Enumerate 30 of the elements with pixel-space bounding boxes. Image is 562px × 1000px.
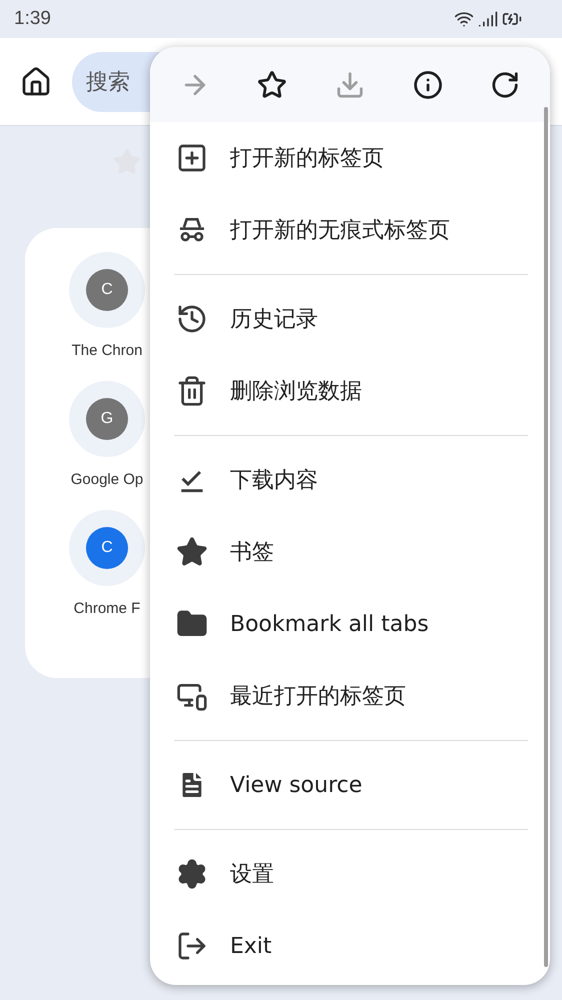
- status-time: 1:39: [14, 8, 51, 30]
- reload-icon: [490, 70, 520, 100]
- shortcut-tile[interactable]: C: [69, 510, 145, 586]
- menu-item[interactable]: 删除浏览数据: [150, 355, 550, 427]
- menu-item[interactable]: 下载内容: [150, 444, 550, 516]
- star-icon: [257, 70, 288, 100]
- shortcut-label: Google Op: [70, 471, 144, 488]
- menu-item[interactable]: 打开新的标签页: [150, 122, 550, 194]
- plus-square-icon: [176, 142, 208, 174]
- menu-item[interactable]: Bookmark all tabs: [150, 588, 550, 660]
- star-icon: [176, 536, 208, 568]
- shortcut-label: Chrome F: [74, 600, 140, 617]
- menu-item[interactable]: 打开新的无痕式标签页: [150, 194, 550, 266]
- site-avatar: C: [86, 527, 128, 569]
- exit-icon: [176, 930, 208, 962]
- shortcut-tile[interactable]: C: [69, 252, 145, 328]
- menu-item[interactable]: Exit: [150, 910, 550, 982]
- download-icon: [334, 70, 365, 100]
- menu-item[interactable]: 书签: [150, 516, 550, 588]
- shortcut-tile[interactable]: G: [69, 381, 145, 457]
- site-avatar: C: [86, 269, 128, 311]
- trash-icon: [176, 375, 208, 407]
- home-icon[interactable]: [20, 66, 52, 98]
- site-avatar: G: [86, 398, 128, 440]
- info-icon: [412, 70, 443, 100]
- shortcut-label: The Chron: [72, 342, 142, 359]
- menu-item[interactable]: 最近打开的标签页: [150, 660, 550, 732]
- signal-icon: [478, 9, 498, 29]
- history-icon: [176, 303, 208, 335]
- menu-item[interactable]: 历史记录: [150, 283, 550, 355]
